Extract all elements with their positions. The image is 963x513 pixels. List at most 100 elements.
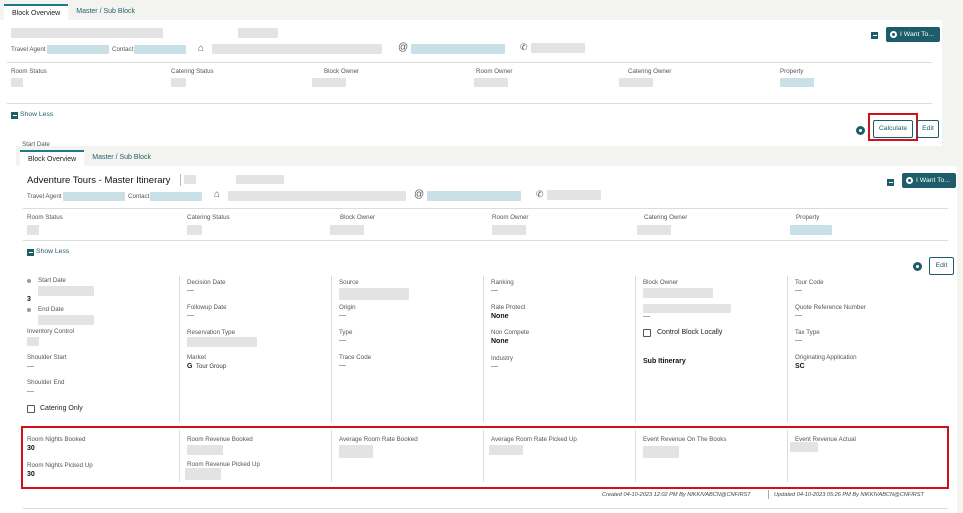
email-icon: @ [414, 189, 425, 200]
catering-owner-label: Catering Owner [644, 214, 688, 221]
home-icon: ⌂ [214, 189, 221, 200]
origin-value: — [339, 312, 346, 319]
back-title-redacted [11, 28, 163, 38]
contact-value[interactable] [150, 192, 202, 201]
col5-block-owner-value-2 [643, 304, 731, 313]
back-collapse-icon[interactable] [871, 32, 878, 39]
shoulder-start-label: Shoulder Start [27, 354, 67, 361]
decision-date-value: — [187, 287, 194, 294]
ranking-label: Ranking [491, 279, 514, 286]
back-property-label: Property [780, 68, 804, 75]
back-block-owner-value [312, 78, 346, 87]
phone-icon: ✆ [536, 189, 544, 199]
created-info: Created 04-10-2023 12:02 PM By NIKKIVABC… [602, 492, 751, 498]
back-i-want-to-button[interactable]: I Want To... [886, 27, 940, 42]
tab-master-sub-block[interactable]: Master / Sub Block [84, 150, 159, 166]
room-owner-label: Room Owner [492, 214, 529, 221]
back-contact-value[interactable] [134, 45, 186, 54]
property-value [790, 225, 832, 235]
originating-application-label: Originating Application [795, 354, 857, 361]
settings-gear-icon[interactable] [913, 262, 922, 271]
back-email-value[interactable] [411, 44, 505, 54]
market-label: Market [187, 354, 206, 361]
title-redacted-2 [236, 175, 284, 184]
inventory-control-label: Inventory Control [27, 328, 75, 335]
source-value [339, 288, 409, 300]
back-show-less-icon[interactable] [11, 112, 18, 119]
catering-only-checkbox[interactable] [27, 405, 35, 413]
reservation-type-label: Reservation Type [187, 329, 236, 336]
type-value: — [339, 337, 346, 344]
back-tab-master-sub-block[interactable]: Master / Sub Block [68, 4, 143, 20]
back-room-status-label: Room Status [11, 68, 47, 75]
end-date-label: End Date [38, 306, 64, 313]
back-property-value [780, 78, 814, 87]
revenue-highlight-box [21, 426, 949, 489]
end-date-value [38, 315, 94, 325]
shoulder-end-value: — [27, 388, 34, 395]
back-contact-label: Contact [112, 46, 134, 53]
control-block-locally-checkbox[interactable] [643, 329, 651, 337]
travel-agent-value[interactable] [63, 192, 125, 201]
ranking-value: — [491, 287, 498, 294]
catering-status-value [187, 225, 202, 235]
col5-block-owner-dash: — [643, 313, 650, 320]
back-edit-button[interactable]: Edit [917, 120, 939, 138]
collapse-header-icon[interactable] [887, 179, 894, 186]
quote-reference-number-value: — [795, 312, 802, 319]
back-block-owner-label: Block Owner [324, 68, 360, 75]
room-status-value [27, 225, 39, 235]
back-settings-gear-icon[interactable] [856, 126, 865, 135]
back-travel-agent-value[interactable] [47, 45, 109, 54]
rate-protect-value: None [491, 313, 509, 320]
back-room-status-value [11, 78, 23, 87]
type-label: Type [339, 329, 353, 336]
back-panel: Block Overview Master / Sub Block Travel… [0, 0, 963, 150]
calculate-highlight-box [868, 113, 918, 141]
phone-value [547, 190, 601, 200]
catering-owner-value [637, 225, 671, 235]
property-label: Property [796, 214, 820, 221]
sub-itinerary-heading: Sub Itinerary [643, 358, 686, 365]
market-value: Tour Group [196, 364, 227, 370]
i-want-to-button[interactable]: I Want To... [902, 173, 956, 188]
travel-agent-label: Travel Agent [27, 193, 62, 200]
block-owner-label: Block Owner [340, 214, 376, 221]
room-status-label: Room Status [27, 214, 63, 221]
home-icon: ⌂ [198, 43, 205, 54]
col5-block-owner-label: Block Owner [643, 279, 679, 286]
market-code: G [187, 363, 193, 370]
email-value[interactable] [427, 191, 521, 201]
show-less-link[interactable]: Show Less [36, 248, 69, 255]
non-compete-label: Non Compete [491, 329, 530, 336]
back-show-less-link[interactable]: Show Less [20, 111, 53, 118]
contact-label: Contact [128, 193, 150, 200]
menu-circle-icon [906, 177, 913, 184]
title-divider [180, 174, 181, 186]
i-want-to-label: I Want To... [916, 177, 950, 184]
show-less-icon[interactable] [27, 249, 34, 256]
front-panel: Block Overview Master / Sub Block Advent… [16, 146, 963, 513]
tour-code-value: — [795, 287, 802, 294]
back-room-owner-label: Room Owner [476, 68, 513, 75]
tab-block-overview[interactable]: Block Overview [20, 150, 85, 166]
shoulder-end-label: Shoulder End [27, 379, 65, 386]
source-label: Source [339, 279, 359, 286]
phone-icon: ✆ [520, 42, 528, 52]
origin-label: Origin [339, 304, 356, 311]
updated-info: Updated 04-10-2023 05:26 PM By NIKKIVABC… [774, 492, 924, 498]
control-block-locally-label: Control Block Locally [657, 329, 723, 336]
back-phone-value [531, 43, 585, 53]
industry-label: Industry [491, 355, 514, 362]
start-date-label: Start Date [38, 277, 66, 284]
reservation-type-value [187, 337, 257, 347]
back-tab-block-overview[interactable]: Block Overview [4, 4, 69, 20]
catering-only-label: Catering Only [40, 405, 83, 412]
industry-value: — [491, 363, 498, 370]
menu-circle-icon [890, 31, 897, 38]
originating-application-value: SC [795, 363, 805, 370]
title-redacted-1 [184, 175, 196, 184]
address-value [228, 191, 406, 201]
trace-code-value: — [339, 362, 346, 369]
edit-button[interactable]: Edit [929, 257, 954, 275]
